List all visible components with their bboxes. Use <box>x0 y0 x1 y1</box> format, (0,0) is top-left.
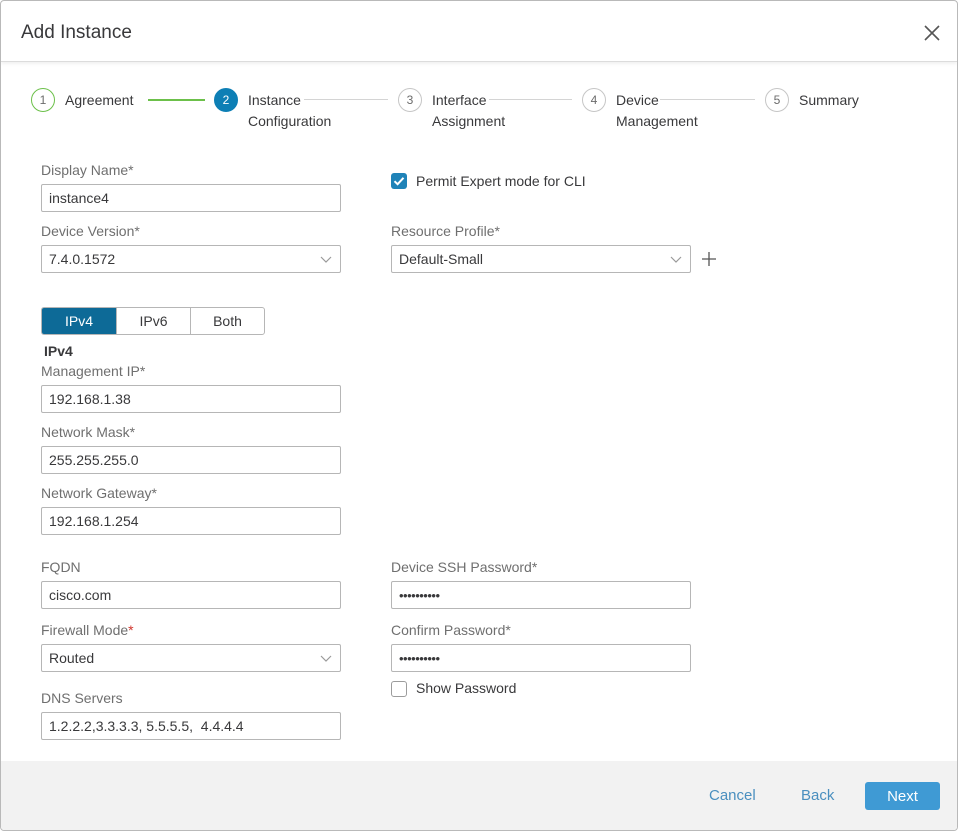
step-number: 2 <box>214 88 238 112</box>
dialog-title: Add Instance <box>21 22 132 43</box>
cancel-button[interactable]: Cancel <box>709 787 756 804</box>
fqdn-label: FQDN <box>41 559 81 575</box>
network-mask-input[interactable]: 255.255.255.0 <box>41 446 341 474</box>
show-password-label: Show Password <box>416 680 517 696</box>
ip-mode-toggle: IPv4 IPv6 Both <box>41 307 265 335</box>
ip-mode-both[interactable]: Both <box>191 308 264 334</box>
step-label: Instance Configuration <box>248 92 332 129</box>
resource-profile-select[interactable]: Default-Small <box>391 245 691 273</box>
device-version-select[interactable]: 7.4.0.1572 <box>41 245 341 273</box>
step-number: 4 <box>582 88 606 112</box>
firewall-mode-label: Firewall Mode* <box>41 622 134 638</box>
close-icon[interactable] <box>922 23 942 43</box>
display-name-label: Display Name* <box>41 162 134 178</box>
step-label: Device Management <box>616 92 698 129</box>
ssh-password-label: Device SSH Password* <box>391 559 538 575</box>
firewall-mode-select[interactable]: Routed <box>41 644 341 672</box>
ipv4-heading: IPv4 <box>44 343 73 359</box>
step-connector <box>148 99 205 101</box>
step-label: Interface Assignment <box>432 92 506 129</box>
chevron-down-icon <box>320 655 332 662</box>
dns-servers-label: DNS Servers <box>41 690 123 706</box>
management-ip-label: Management IP* <box>41 363 146 379</box>
management-ip-input[interactable]: 192.168.1.38 <box>41 385 341 413</box>
expert-mode-label: Permit Expert mode for CLI <box>416 173 586 189</box>
checkmark-icon <box>393 177 405 186</box>
chevron-down-icon <box>670 256 682 263</box>
ip-mode-ipv6[interactable]: IPv6 <box>117 308 191 334</box>
fqdn-input[interactable]: cisco.com <box>41 581 341 609</box>
dns-servers-input[interactable]: 1.2.2.2,3.3.3.3, 5.5.5.5, 4.4.4.4 <box>41 712 341 740</box>
ssh-password-input[interactable]: •••••••••• <box>391 581 691 609</box>
step-number: 1 <box>31 88 55 112</box>
show-password-checkbox[interactable] <box>391 681 407 697</box>
confirm-password-input[interactable]: •••••••••• <box>391 644 691 672</box>
next-button[interactable]: Next <box>865 782 940 810</box>
resource-profile-label: Resource Profile* <box>391 223 500 239</box>
network-gateway-label: Network Gateway* <box>41 485 157 501</box>
back-button[interactable]: Back <box>801 787 834 804</box>
network-gateway-input[interactable]: 192.168.1.254 <box>41 507 341 535</box>
step-label: Summary <box>799 92 859 108</box>
dialog-header: Add Instance <box>1 1 957 62</box>
add-instance-dialog: Add Instance 1 Agreement 2 Instance Confi… <box>0 0 958 831</box>
confirm-password-label: Confirm Password* <box>391 622 511 638</box>
chevron-down-icon <box>320 256 332 263</box>
expert-mode-checkbox[interactable] <box>391 173 407 189</box>
step-label: Agreement <box>65 92 134 108</box>
step-number: 5 <box>765 88 789 112</box>
display-name-input[interactable]: instance4 <box>41 184 341 212</box>
device-version-label: Device Version* <box>41 223 140 239</box>
wizard-stepper: 1 Agreement 2 Instance Configuration 3 In… <box>1 85 957 135</box>
network-mask-label: Network Mask* <box>41 424 136 440</box>
add-resource-profile-icon[interactable] <box>701 251 717 267</box>
step-number: 3 <box>398 88 422 112</box>
ip-mode-ipv4[interactable]: IPv4 <box>42 308 117 334</box>
